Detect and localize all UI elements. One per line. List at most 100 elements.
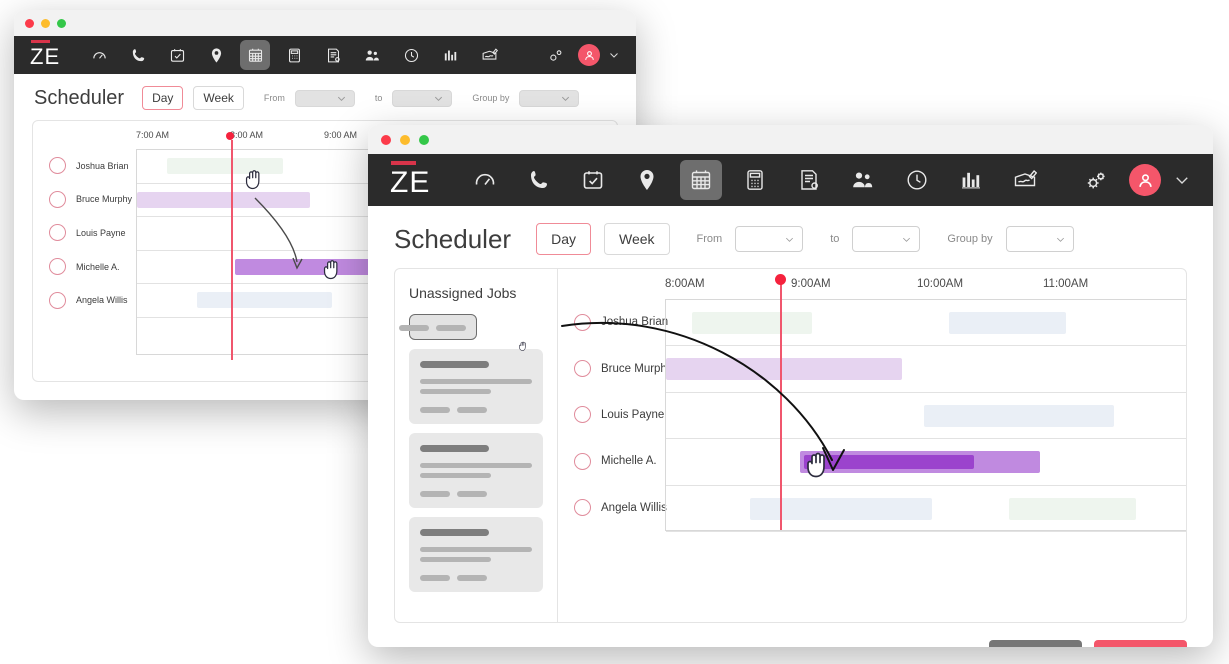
job-card[interactable] — [409, 349, 543, 424]
to-select[interactable] — [392, 89, 453, 107]
event-bar[interactable] — [750, 497, 932, 520]
nav-calculator-icon[interactable] — [279, 40, 309, 70]
job-card[interactable] — [399, 314, 526, 351]
technician-avatar[interactable] — [574, 313, 591, 331]
job-card-tag-placeholder — [420, 491, 450, 497]
background-nav-right — [540, 40, 620, 70]
technician-row[interactable]: Joshua Brian — [558, 299, 668, 345]
event-bar[interactable] — [692, 312, 812, 334]
job-card-line-placeholder — [420, 473, 491, 478]
technician-row[interactable]: Joshua Brian — [33, 149, 140, 183]
job-card[interactable] — [409, 517, 543, 592]
job-card-tags — [399, 324, 466, 331]
technician-avatar[interactable] — [49, 258, 66, 276]
technician-row[interactable]: Michelle A. — [33, 250, 140, 284]
nav-signature-icon[interactable] — [474, 40, 504, 70]
timeline: Joshua Brian Bruce Murphy Louis Payne Mi… — [558, 269, 1186, 622]
event-bar[interactable] — [137, 191, 310, 208]
event-bar[interactable] — [924, 404, 1114, 427]
to-select[interactable] — [852, 226, 921, 252]
group-by-select[interactable] — [519, 89, 580, 107]
technician-row[interactable]: Bruce Murphy — [33, 183, 140, 217]
cancel-button[interactable]: Cancel — [989, 640, 1082, 647]
background-technician-list: Joshua Brian Bruce Murphy Louis Payne Mi… — [33, 149, 140, 381]
technician-avatar[interactable] — [574, 406, 591, 424]
to-label: to — [374, 93, 383, 103]
technician-avatar[interactable] — [49, 224, 66, 242]
nav-bar-chart-icon[interactable] — [435, 40, 465, 70]
background-scheduler-toolbar: Scheduler Day Week From to Group by — [14, 74, 636, 120]
avatar[interactable] — [1129, 164, 1161, 196]
nav-calendar-check-icon[interactable] — [162, 40, 192, 70]
nav-bar-chart-icon[interactable] — [950, 160, 992, 200]
nav-location-pin-icon[interactable] — [201, 40, 231, 70]
timeline-row — [666, 439, 1186, 486]
background-titlebar — [14, 10, 636, 36]
avatar[interactable] — [578, 44, 600, 66]
chevron-down-icon[interactable] — [608, 49, 620, 61]
nav-document-icon[interactable] — [788, 160, 830, 200]
technician-row[interactable]: Michelle A. — [558, 438, 665, 484]
current-time-line — [231, 140, 233, 360]
nav-document-icon[interactable] — [318, 40, 348, 70]
nav-clock-icon[interactable] — [896, 160, 938, 200]
maximize-button[interactable] — [419, 134, 429, 145]
technician-avatar[interactable] — [49, 157, 66, 175]
technician-avatar[interactable] — [49, 190, 66, 208]
group-by-label: Group by — [947, 233, 993, 245]
event-bar[interactable] — [666, 358, 902, 381]
chevron-down-icon[interactable] — [1173, 171, 1191, 189]
technician-avatar[interactable] — [574, 452, 591, 470]
nav-location-pin-icon[interactable] — [626, 160, 668, 200]
from-select[interactable] — [735, 226, 804, 252]
nav-calendar-check-icon[interactable] — [572, 160, 614, 200]
nav-clock-icon[interactable] — [396, 40, 426, 70]
minimize-button[interactable] — [400, 134, 410, 145]
nav-phone-icon[interactable] — [518, 160, 560, 200]
technician-row[interactable]: Louis Payne — [33, 216, 140, 250]
nav-gauge-icon[interactable] — [464, 160, 506, 200]
technician-avatar[interactable] — [49, 291, 66, 309]
event-bar[interactable] — [167, 158, 283, 174]
technician-avatar[interactable] — [574, 499, 591, 517]
technician-row[interactable]: Louis Payne — [558, 392, 665, 438]
nav-phone-icon[interactable] — [123, 40, 153, 70]
nav-calculator-icon[interactable] — [734, 160, 776, 200]
app-logo: ZE — [30, 40, 60, 70]
nav-gears-icon[interactable] — [540, 40, 570, 70]
nav-gauge-icon[interactable] — [84, 40, 114, 70]
technician-row[interactable]: Angela Willis — [558, 485, 667, 531]
event-bar[interactable] — [1009, 497, 1136, 520]
foreground-navbar: ZE — [368, 154, 1213, 206]
timeline-row — [666, 486, 1186, 532]
technician-row[interactable]: Bruce Murphy — [558, 345, 673, 391]
event-bar[interactable] — [949, 312, 1066, 334]
close-button[interactable] — [381, 134, 391, 145]
nav-signature-icon[interactable] — [1004, 160, 1046, 200]
technician-avatar[interactable] — [574, 360, 591, 378]
nav-calendar-grid-icon[interactable] — [240, 40, 271, 70]
minimize-button[interactable] — [41, 18, 50, 28]
job-card-tag-placeholder — [457, 575, 487, 581]
nav-gears-icon[interactable] — [1075, 160, 1117, 200]
nav-people-icon[interactable] — [357, 40, 387, 70]
view-toggle-day[interactable]: Day — [142, 86, 184, 110]
nav-people-icon[interactable] — [842, 160, 884, 200]
app-logo: ZE — [390, 160, 430, 200]
save-button[interactable]: Save — [1094, 640, 1187, 647]
technician-row[interactable]: Angela Willis — [33, 283, 140, 317]
foreground-nav-icons — [464, 160, 1046, 200]
view-toggle-week[interactable]: Week — [193, 86, 244, 110]
event-bar[interactable] — [800, 451, 1040, 474]
close-button[interactable] — [25, 18, 34, 28]
from-select[interactable] — [294, 89, 355, 107]
group-by-select[interactable] — [1005, 226, 1074, 252]
job-card-tag-placeholder — [457, 491, 487, 497]
view-toggle-week[interactable]: Week — [603, 223, 670, 255]
maximize-button[interactable] — [57, 18, 66, 28]
event-bar[interactable] — [197, 292, 332, 309]
nav-calendar-grid-icon[interactable] — [680, 160, 723, 200]
job-card[interactable] — [409, 433, 543, 508]
view-toggle-day[interactable]: Day — [536, 223, 591, 255]
foreground-window: ZE Scheduler Day Week From to Group by U… — [368, 125, 1213, 647]
